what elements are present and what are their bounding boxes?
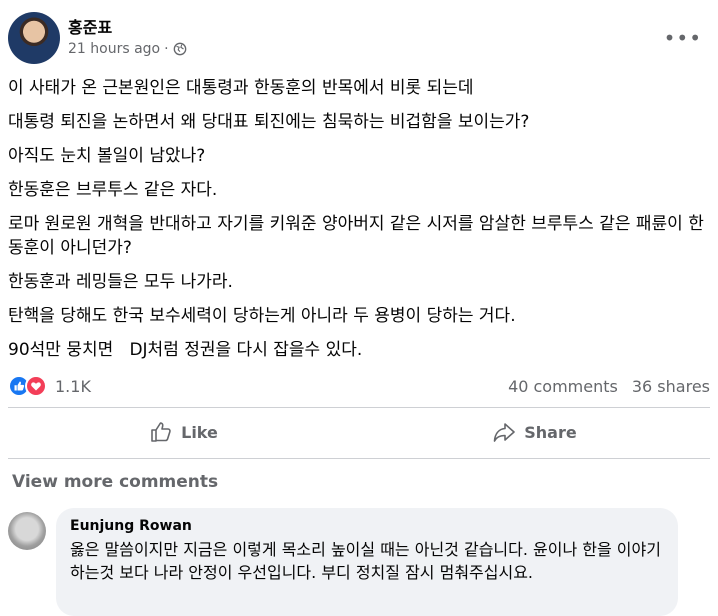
shares-count[interactable]: 36 shares	[632, 377, 710, 396]
view-more-comments-link[interactable]: View more comments	[12, 472, 218, 492]
share-button[interactable]: Share	[359, 410, 710, 454]
post-stats: 40 comments 36 shares	[508, 377, 710, 396]
share-arrow-icon	[493, 423, 516, 442]
post-line: 한동훈은 브루투스 같은 자다.	[8, 180, 218, 200]
post-line: 탄핵을 당해도 한국 보수세력이 당하는게 아니라 두 용병이 당하는 거다.	[8, 306, 516, 326]
like-button-label: Like	[181, 422, 218, 442]
reaction-count[interactable]: 1.1K	[55, 377, 91, 396]
comment-bubble: Eunjung Rowan 옳은 말씀이지만 지금은 이렇게 목소리 높이실 때…	[56, 508, 678, 616]
separator-dot: ·	[164, 41, 169, 57]
love-reaction-icon	[25, 375, 47, 397]
post-line: 한동훈과 레밍들은 모두 나가라.	[8, 272, 233, 292]
globe-icon	[173, 42, 186, 56]
like-button[interactable]: Like	[8, 410, 359, 454]
post-line: 대통령 퇴진을 논하면서 왜 당대표 퇴진에는 침묵하는 비겁함을 보이는가?	[8, 112, 530, 132]
comment-text: 옳은 말씀이지만 지금은 이렇게 목소리 높이실 때는 아닌것 같습니다. 윤이…	[70, 540, 661, 582]
share-button-label: Share	[524, 422, 577, 442]
commenter-avatar[interactable]	[8, 512, 46, 550]
post-line: 90석만 뭉치면 DJ처럼 정권을 다시 잡을수 있다.	[8, 340, 363, 360]
thumbs-up-icon	[151, 422, 171, 442]
post-body: 이 사태가 온 근본원인은 대통령과 한동훈의 반목에서 비롯 되는데 대통령 …	[8, 76, 710, 372]
post-timestamp[interactable]: 21 hours ago	[68, 41, 160, 57]
reaction-icons[interactable]	[8, 375, 47, 397]
post-line: 이 사태가 온 근본원인은 대통령과 한동훈의 반목에서 비롯 되는데	[8, 78, 474, 98]
post-author-name[interactable]: 홍준표	[68, 14, 112, 38]
divider	[8, 407, 710, 408]
post-line: 로마 원로원 개혁을 반대하고 자기를 키워준 양아버지 같은 시저를 암살한 …	[8, 214, 704, 258]
comment-author[interactable]: Eunjung Rowan	[70, 518, 664, 534]
comments-count[interactable]: 40 comments	[508, 377, 618, 396]
post-actions: Like Share	[8, 410, 710, 454]
post-line: 아직도 눈치 볼일이 남았나?	[8, 146, 206, 166]
post-meta: 21 hours ago ·	[68, 41, 187, 57]
author-avatar[interactable]	[8, 12, 60, 64]
post-header: 홍준표 21 hours ago · •••	[8, 8, 710, 68]
more-options-icon[interactable]: •••	[664, 26, 702, 50]
reactions-bar: 1.1K 40 comments 36 shares	[8, 373, 710, 399]
divider	[8, 458, 710, 459]
